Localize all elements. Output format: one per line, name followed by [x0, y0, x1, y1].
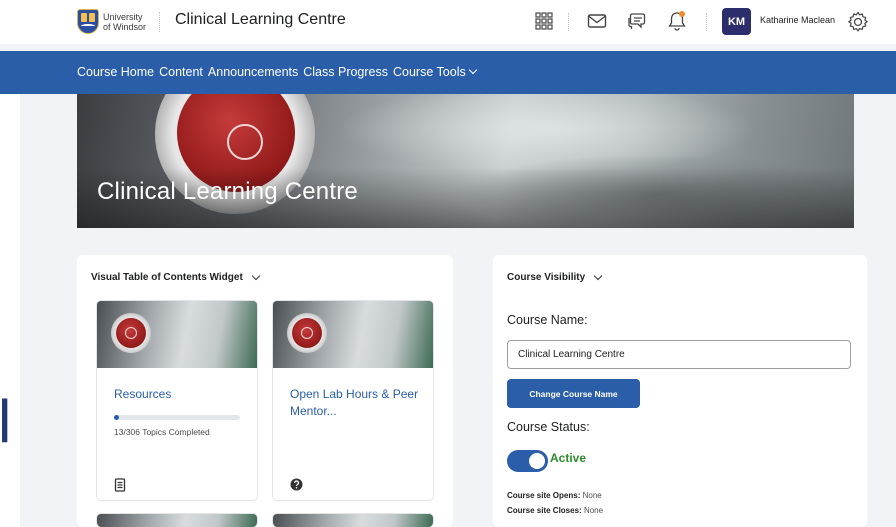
- opens-value: None: [582, 491, 602, 500]
- chevron-down-icon: [593, 271, 603, 280]
- topic-thumbnail: [97, 301, 257, 368]
- vtoc-widget-header[interactable]: Visual Table of Contents Widget: [91, 271, 261, 283]
- closes-label: Course site Closes:: [507, 506, 582, 515]
- topic-thumbnail: [273, 301, 433, 368]
- opens-label: Course site Opens:: [507, 491, 581, 500]
- opens-row: Course site Opens: None: [507, 488, 603, 503]
- course-banner: Clinical Learning Centre: [77, 94, 854, 228]
- university-logo[interactable]: University of Windsor: [77, 9, 146, 34]
- topic-thumbnail: [273, 514, 433, 527]
- course-name-label: Course Name:: [507, 313, 588, 327]
- topic-title[interactable]: Resources: [114, 386, 244, 403]
- course-navbar: Course Home Content Announcements Class …: [0, 51, 896, 94]
- widget-title: Course Visibility: [507, 272, 586, 283]
- mail-icon[interactable]: [586, 10, 608, 32]
- left-edge-panel: [0, 94, 20, 527]
- logo-line-1: University: [103, 11, 143, 22]
- closes-value: None: [583, 506, 604, 515]
- text-fragment: l: [0, 388, 12, 455]
- topic-title[interactable]: Open Lab Hours & Peer Mentor...: [290, 386, 420, 420]
- nav-class-progress[interactable]: Class Progress: [303, 65, 388, 79]
- progress-bar: [114, 415, 240, 420]
- chat-icon[interactable]: [625, 10, 647, 32]
- divider: [159, 12, 160, 32]
- vtoc-widget: Visual Table of Contents Widget Resource…: [77, 255, 453, 527]
- avatar[interactable]: KM: [722, 8, 751, 35]
- status-value: Active: [550, 451, 587, 465]
- change-course-name-button[interactable]: Change Course Name: [507, 379, 640, 408]
- chevron-down-icon: [468, 65, 477, 75]
- divider: [568, 13, 569, 31]
- course-visibility-widget: Course Visibility Course Name: Clinical …: [493, 255, 867, 527]
- nav-course-tools[interactable]: Course Tools: [393, 65, 477, 79]
- topic-card[interactable]: [272, 513, 434, 527]
- toggle-knob: [529, 453, 545, 469]
- logo-line-2: of Windsor: [103, 21, 147, 32]
- progress-text: 13/306 Topics Completed: [114, 427, 210, 437]
- closes-row: Course site Closes: None: [507, 503, 603, 518]
- topic-card-resources[interactable]: Resources 13/306 Topics Completed: [96, 300, 258, 501]
- course-dates: Course site Opens: None Course site Clos…: [507, 488, 603, 518]
- nav-announcements[interactable]: Announcements: [208, 65, 298, 79]
- user-name[interactable]: Katharine Maclean: [760, 15, 835, 25]
- top-header: University of Windsor Clinical Learning …: [0, 0, 896, 44]
- widget-title: Visual Table of Contents Widget: [91, 272, 243, 283]
- nav-content[interactable]: Content: [159, 65, 203, 79]
- course-status-label: Course Status:: [507, 420, 590, 434]
- site-title[interactable]: Clinical Learning Centre: [175, 11, 346, 29]
- gear-icon[interactable]: [846, 10, 870, 34]
- nav-course-home[interactable]: Course Home: [77, 65, 154, 79]
- shield-logo-icon: [77, 9, 99, 34]
- document-icon: [114, 478, 128, 492]
- course-visibility-header[interactable]: Course Visibility: [507, 271, 603, 283]
- notification-dot: [679, 11, 685, 17]
- topic-card-open-lab-hours[interactable]: Open Lab Hours & Peer Mentor...: [272, 300, 434, 501]
- progress-fill: [114, 415, 120, 420]
- course-status-toggle[interactable]: [507, 450, 548, 472]
- divider: [706, 13, 707, 31]
- help-circle-icon: [290, 478, 304, 492]
- course-name-input[interactable]: Clinical Learning Centre: [507, 340, 851, 369]
- banner-title: Clinical Learning Centre: [97, 178, 358, 205]
- nav-course-tools-label: Course Tools: [393, 65, 466, 79]
- chevron-down-icon: [251, 271, 261, 280]
- topic-thumbnail: [97, 514, 257, 527]
- bell-icon[interactable]: [666, 10, 688, 32]
- topic-card[interactable]: [96, 513, 258, 527]
- grid-icon[interactable]: [533, 10, 555, 32]
